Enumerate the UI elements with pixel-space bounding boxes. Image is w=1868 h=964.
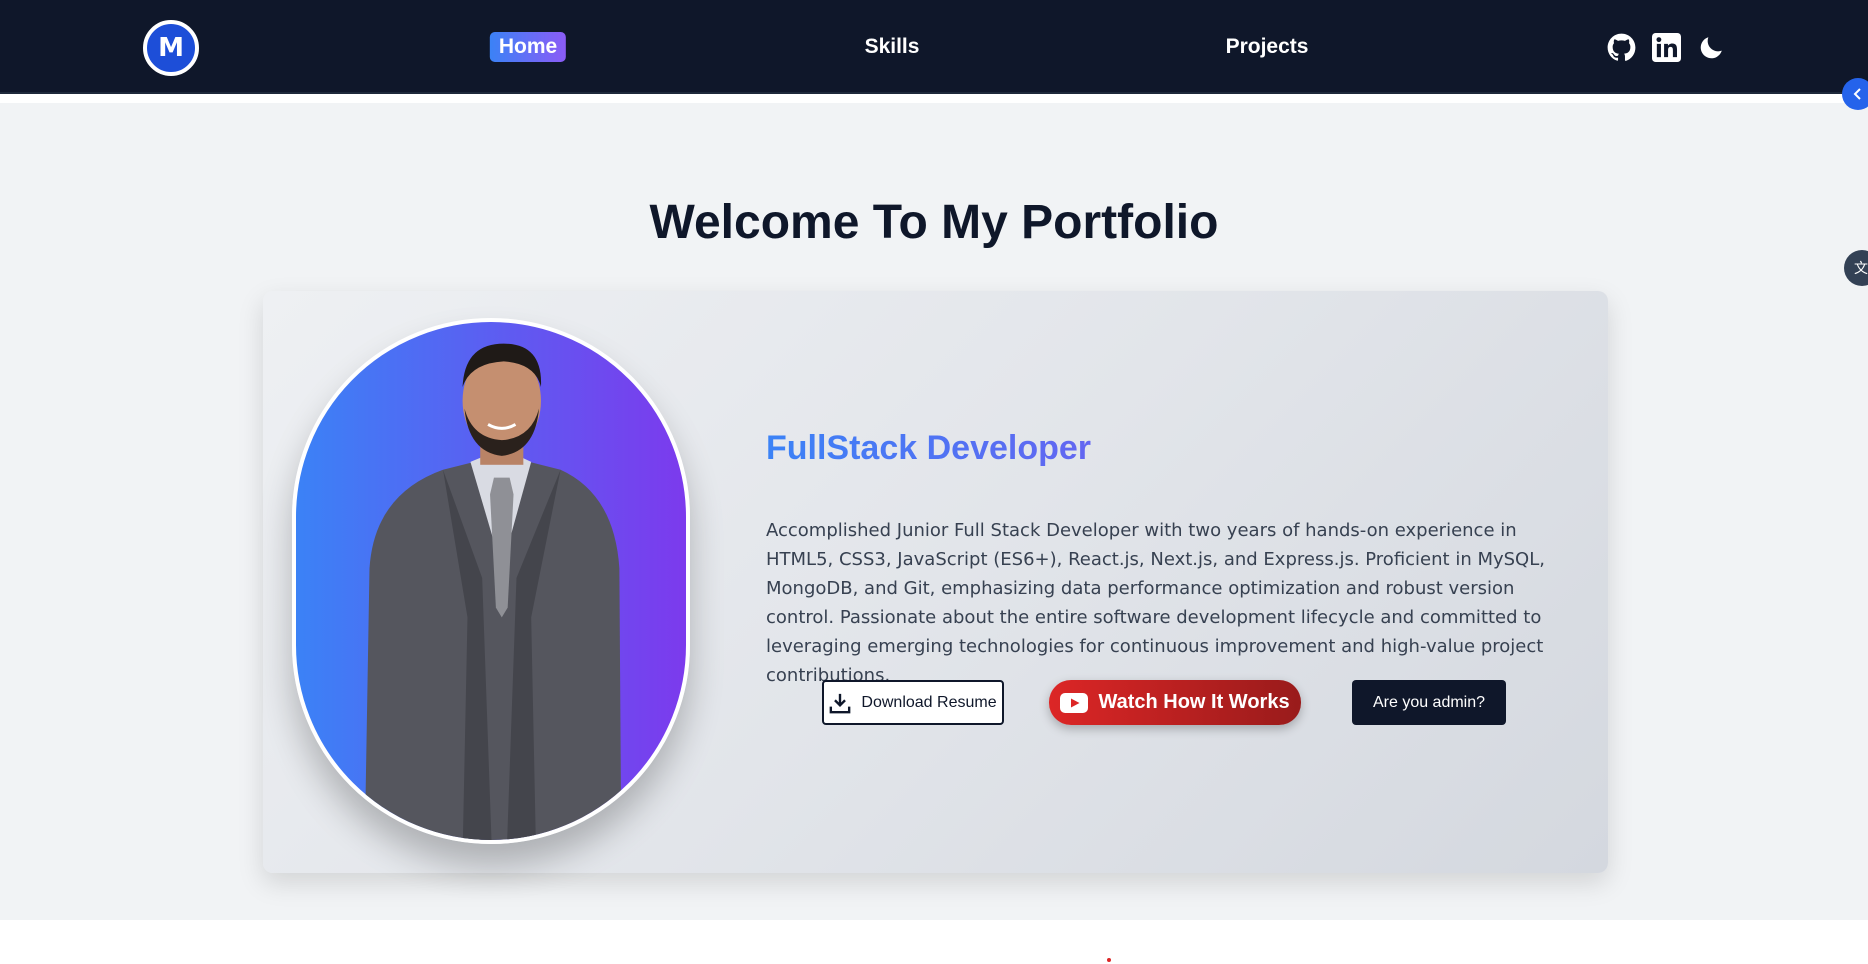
admin-button[interactable]: Are you admin? — [1352, 680, 1506, 725]
profile-card: FullStack Developer Accomplished Junior … — [263, 291, 1608, 873]
download-resume-button[interactable]: Download Resume — [822, 680, 1004, 725]
sidebar-toggle-button[interactable] — [1842, 78, 1868, 110]
youtube-icon — [1060, 692, 1089, 713]
linkedin-icon[interactable] — [1652, 33, 1681, 62]
download-icon — [830, 693, 851, 713]
chevron-left-icon — [1853, 88, 1861, 100]
translate-icon: 文 — [1854, 260, 1868, 276]
profile-photo — [292, 318, 690, 844]
decorative-dot — [1107, 958, 1111, 962]
watch-how-it-works-button[interactable]: Watch How It Works — [1049, 680, 1301, 725]
github-icon[interactable] — [1607, 33, 1636, 62]
navbar: M Home Skills Projects — [0, 0, 1868, 94]
nav-link-skills[interactable]: Skills — [856, 32, 929, 62]
download-resume-label: Download Resume — [861, 693, 997, 711]
moon-icon[interactable] — [1697, 33, 1726, 62]
logo-home-link[interactable]: M — [143, 20, 199, 76]
role-title: FullStack Developer — [766, 429, 1092, 467]
page-title: Welcome To My Portfolio — [649, 196, 1219, 249]
navbar-divider — [0, 94, 1868, 103]
logo-letter: M — [158, 33, 184, 63]
nav-link-projects[interactable]: Projects — [1217, 32, 1318, 62]
nav-link-home[interactable]: Home — [489, 32, 567, 62]
bio-paragraph: Accomplished Junior Full Stack Developer… — [766, 520, 1545, 686]
watch-how-it-works-label: Watch How It Works — [1098, 691, 1290, 713]
